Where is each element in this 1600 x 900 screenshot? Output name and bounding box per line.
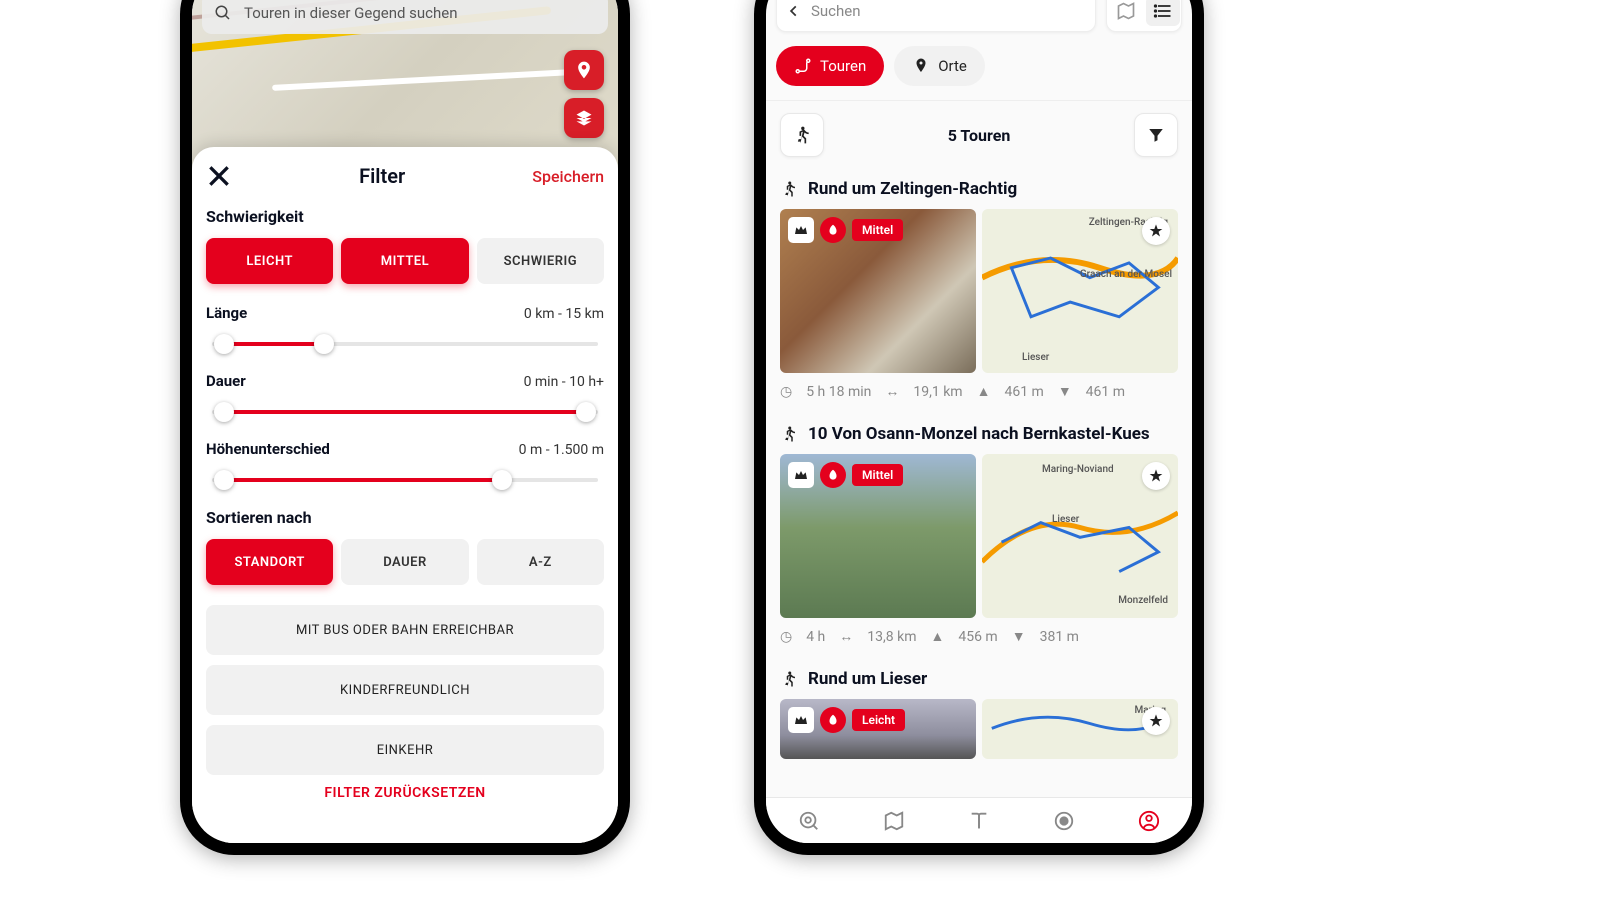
filter-button[interactable] — [1134, 113, 1178, 157]
tour-map[interactable]: Zeltingen-Rachtig Graach an der Mosel Li… — [982, 209, 1178, 373]
view-toggle — [1106, 0, 1182, 32]
hiker-icon — [780, 670, 798, 688]
tour-stats: ◷4 h ↔13,8 km ▲456 m ▼381 m — [780, 628, 1178, 645]
difficulty-badge: Leicht — [852, 709, 905, 731]
tour-map[interactable]: Maring — [982, 699, 1178, 759]
pin-icon — [912, 57, 930, 75]
tour-title: Rund um Zeltingen-Rachtig — [808, 179, 1017, 199]
tour-card[interactable]: Rund um Zeltingen-Rachtig Mittel — [766, 169, 1192, 414]
difficulty-badge: Mittel — [852, 219, 903, 241]
phone-right: Suchen Touren Orte — [754, 0, 1204, 855]
filter-sheet: Filter Speichern Schwierigkeit LEICHT MI… — [192, 147, 618, 843]
brand-icon — [820, 707, 846, 733]
search-placeholder: Touren in dieser Gegend suchen — [244, 4, 458, 22]
map-layers-button[interactable] — [564, 98, 604, 138]
tour-stats: ◷5 h 18 min ↔19,1 km ▲461 m ▼461 m — [780, 383, 1178, 400]
difficulty-easy[interactable]: LEICHT — [206, 238, 333, 284]
layers-icon — [574, 108, 594, 128]
duration-slider[interactable] — [206, 398, 604, 426]
length-value: 0 km - 15 km — [524, 306, 604, 322]
sort-label: Sortieren nach — [206, 508, 604, 527]
map-icon — [1116, 1, 1136, 21]
chip-places-label: Orte — [938, 57, 967, 75]
results-count: 5 Touren — [948, 126, 1011, 145]
chip-tours-label: Touren — [820, 57, 866, 75]
hiker-icon — [792, 125, 812, 145]
tab-bar — [766, 797, 1192, 843]
favorite-button[interactable] — [1142, 707, 1170, 735]
tour-map[interactable]: Maring-Noviand Lieser Monzelfeld — [982, 454, 1178, 618]
search-bar[interactable]: Suchen — [776, 0, 1096, 32]
crown-icon — [788, 217, 814, 243]
tour-photo[interactable]: Leicht — [780, 699, 976, 759]
difficulty-segments: LEICHT MITTEL SCHWIERIG — [206, 238, 604, 284]
reset-filters-button[interactable]: FILTER ZURÜCKSETZEN — [206, 785, 604, 801]
tour-photo[interactable]: Mittel — [780, 209, 976, 373]
tour-title: 10 Von Osann-Monzel nach Bernkastel-Kues — [808, 424, 1150, 444]
type-chips: Touren Orte — [776, 46, 985, 86]
chip-places[interactable]: Orte — [894, 46, 985, 86]
favorite-button[interactable] — [1142, 462, 1170, 490]
route-icon — [794, 57, 812, 75]
duration-label: Dauer — [206, 372, 246, 390]
tab-profile[interactable] — [1138, 810, 1160, 832]
difficulty-badge: Mittel — [852, 464, 903, 486]
brand-icon — [820, 217, 846, 243]
favorite-button[interactable] — [1142, 217, 1170, 245]
filter-transit[interactable]: MIT BUS ODER BAHN ERREICHBAR — [206, 605, 604, 655]
screen-left: Touren in dieser Gegend suchen Filter Sp… — [192, 0, 618, 843]
filter-food[interactable]: EINKEHR — [206, 725, 604, 775]
filter-kids[interactable]: KINDERFREUNDLICH — [206, 665, 604, 715]
crown-icon — [788, 707, 814, 733]
tab-map[interactable] — [883, 810, 905, 832]
length-label: Länge — [206, 304, 247, 322]
sort-segments: STANDORT DAUER A-Z — [206, 539, 604, 585]
length-slider[interactable] — [206, 330, 604, 358]
tab-guide[interactable] — [968, 810, 990, 832]
sort-location[interactable]: STANDORT — [206, 539, 333, 585]
chip-tours[interactable]: Touren — [776, 46, 884, 86]
top-bar: Suchen — [776, 0, 1182, 32]
results-header: 5 Touren — [766, 101, 1192, 169]
tour-card[interactable]: 10 Von Osann-Monzel nach Bernkastel-Kues… — [766, 414, 1192, 659]
crown-icon — [788, 462, 814, 488]
view-list-button[interactable] — [1146, 0, 1180, 26]
elev-label: Höhenunterschied — [206, 440, 330, 458]
phone-left: Touren in dieser Gegend suchen Filter Sp… — [180, 0, 630, 855]
sheet-header: Filter Speichern — [206, 163, 604, 189]
results-panel: 5 Touren Rund um Zeltingen-Rachtig — [766, 100, 1192, 797]
funnel-icon — [1147, 126, 1165, 144]
duration-value: 0 min - 10 h+ — [524, 374, 604, 390]
elev-value: 0 m - 1.500 m — [519, 442, 604, 458]
tab-record[interactable] — [1053, 810, 1075, 832]
tour-photo[interactable]: Mittel — [780, 454, 976, 618]
tab-discover[interactable] — [798, 810, 820, 832]
close-icon[interactable] — [206, 163, 232, 189]
difficulty-label: Schwierigkeit — [206, 207, 604, 226]
sort-duration[interactable]: DAUER — [341, 539, 468, 585]
tour-title: Rund um Lieser — [808, 669, 927, 689]
sheet-title: Filter — [359, 164, 405, 188]
search-icon — [214, 4, 232, 22]
list-icon — [1153, 1, 1173, 21]
activity-button[interactable] — [780, 113, 824, 157]
pin-icon — [574, 60, 594, 80]
hiker-icon — [780, 180, 798, 198]
search-placeholder: Suchen — [811, 2, 861, 20]
save-button[interactable]: Speichern — [532, 167, 604, 186]
view-map-button[interactable] — [1109, 0, 1143, 26]
brand-icon — [820, 462, 846, 488]
screen-right: Suchen Touren Orte — [766, 0, 1192, 843]
elev-slider[interactable] — [206, 466, 604, 494]
search-bar[interactable]: Touren in dieser Gegend suchen — [202, 0, 608, 34]
back-icon[interactable] — [787, 4, 801, 18]
map-pin-button[interactable] — [564, 50, 604, 90]
difficulty-hard[interactable]: SCHWIERIG — [477, 238, 604, 284]
difficulty-medium[interactable]: MITTEL — [341, 238, 468, 284]
tour-card[interactable]: Rund um Lieser Leicht Mari — [766, 659, 1192, 773]
sort-az[interactable]: A-Z — [477, 539, 604, 585]
hiker-icon — [780, 425, 798, 443]
